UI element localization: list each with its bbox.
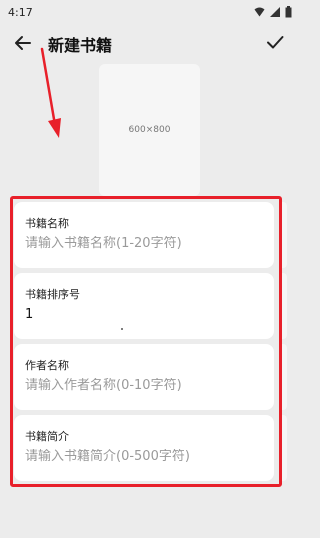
cover-size-text: 600×800 [128, 125, 171, 135]
back-button[interactable] [12, 32, 34, 54]
cover-image-picker[interactable]: 600×800 [99, 64, 200, 196]
check-icon [267, 36, 284, 49]
back-arrow-icon [15, 36, 31, 50]
annotation-arrow [40, 47, 61, 138]
signal-icon [270, 7, 280, 17]
status-bar: 4:17 [0, 0, 300, 24]
status-time: 4:17 [8, 5, 33, 19]
annotation-highlight-box [10, 196, 282, 487]
save-button[interactable] [264, 31, 286, 53]
battery-icon [285, 6, 292, 18]
status-icons [254, 6, 292, 18]
wifi-icon [254, 7, 265, 17]
